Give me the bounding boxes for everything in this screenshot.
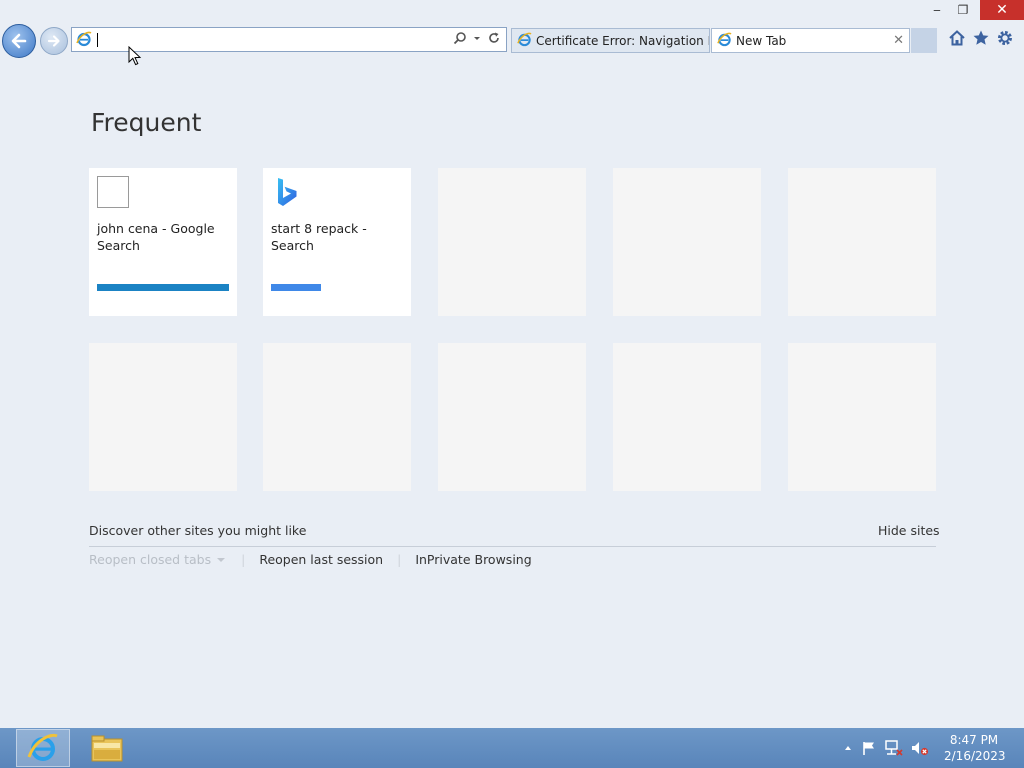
ie-page-icon <box>76 31 92 51</box>
bing-logo-icon <box>275 176 301 214</box>
file-explorer-icon <box>91 735 123 762</box>
address-input[interactable] <box>96 30 446 49</box>
toolbar-icons <box>948 29 1014 47</box>
tab-label: Certificate Error: Navigation Bl... <box>536 33 709 48</box>
dropdown-arrow-icon[interactable] <box>473 31 481 45</box>
empty-tile <box>788 343 936 491</box>
internet-explorer-icon <box>27 733 58 761</box>
tab-certificate-error[interactable]: Certificate Error: Navigation Bl... <box>511 28 710 53</box>
empty-tile <box>89 343 237 491</box>
reopen-last-session-link[interactable]: Reopen last session <box>259 552 383 567</box>
separator: | <box>241 552 246 567</box>
tile-label: start 8 repack - Search <box>271 221 367 253</box>
forward-arrow-icon <box>47 35 60 47</box>
reopen-closed-tabs-link[interactable]: Reopen closed tabs <box>89 552 211 567</box>
close-button[interactable]: ✕ <box>980 0 1024 20</box>
search-icon[interactable] <box>453 31 467 45</box>
empty-tile <box>438 168 586 316</box>
empty-tile <box>263 343 411 491</box>
action-center-flag-icon[interactable] <box>861 740 877 756</box>
taskbar: 8:47 PM 2/16/2023 <box>0 728 1024 768</box>
refresh-icon[interactable] <box>487 31 501 45</box>
system-tray <box>843 740 929 756</box>
empty-tile <box>613 168 761 316</box>
empty-tile <box>613 343 761 491</box>
back-arrow-icon <box>11 33 27 49</box>
frequent-tile[interactable]: start 8 repack - Search <box>263 168 411 316</box>
forward-button[interactable] <box>40 27 68 55</box>
taskbar-clock[interactable]: 8:47 PM 2/16/2023 <box>944 732 1006 764</box>
browser-toolbar: ‒ ❐ ✕ Certificate Error: Navigation New … <box>0 0 1024 58</box>
ie-tab-icon <box>517 32 532 50</box>
chevron-down-icon <box>217 557 226 562</box>
volume-muted-icon[interactable] <box>911 740 929 756</box>
clock-time: 8:47 PM <box>949 733 999 747</box>
home-icon[interactable] <box>948 29 966 47</box>
tab-new-tab[interactable]: New Tab ✕ <box>711 28 910 53</box>
separator: | <box>397 552 402 567</box>
show-hidden-icons-arrow[interactable] <box>843 743 853 753</box>
mouse-cursor-icon <box>128 46 142 66</box>
back-button[interactable] <box>2 24 36 58</box>
empty-tile <box>438 343 586 491</box>
tile-accent-bar <box>97 284 229 291</box>
bottom-links: Reopen closed tabs | Reopen last session… <box>89 552 532 567</box>
tab-close-icon[interactable]: ✕ <box>893 33 904 48</box>
tab-label: New Tab <box>736 33 787 48</box>
ie-tab-icon <box>717 32 732 50</box>
section-title-frequent: Frequent <box>91 108 202 137</box>
favorites-star-icon[interactable] <box>972 29 990 47</box>
frequent-tile[interactable]: john cena - Google Search <box>89 168 237 316</box>
clock-date: 2/16/2023 <box>944 749 1006 763</box>
taskbar-file-explorer[interactable] <box>80 729 134 767</box>
new-tab-button[interactable] <box>911 28 937 53</box>
restore-button[interactable]: ❐ <box>950 0 976 20</box>
inprivate-browsing-link[interactable]: InPrivate Browsing <box>415 552 531 567</box>
discover-sites-link[interactable]: Discover other sites you might like <box>89 523 306 538</box>
blank-favicon-icon <box>97 176 129 208</box>
divider <box>89 546 936 547</box>
tile-label: john cena - Google Search <box>97 221 215 253</box>
empty-tile <box>788 168 936 316</box>
tile-accent-bar <box>271 284 321 291</box>
network-icon[interactable] <box>885 740 903 756</box>
taskbar-internet-explorer[interactable] <box>16 729 70 767</box>
hide-sites-link[interactable]: Hide sites <box>878 523 940 538</box>
tools-gear-icon[interactable] <box>996 29 1014 47</box>
minimize-button[interactable]: ‒ <box>924 0 950 20</box>
text-caret <box>97 33 98 47</box>
